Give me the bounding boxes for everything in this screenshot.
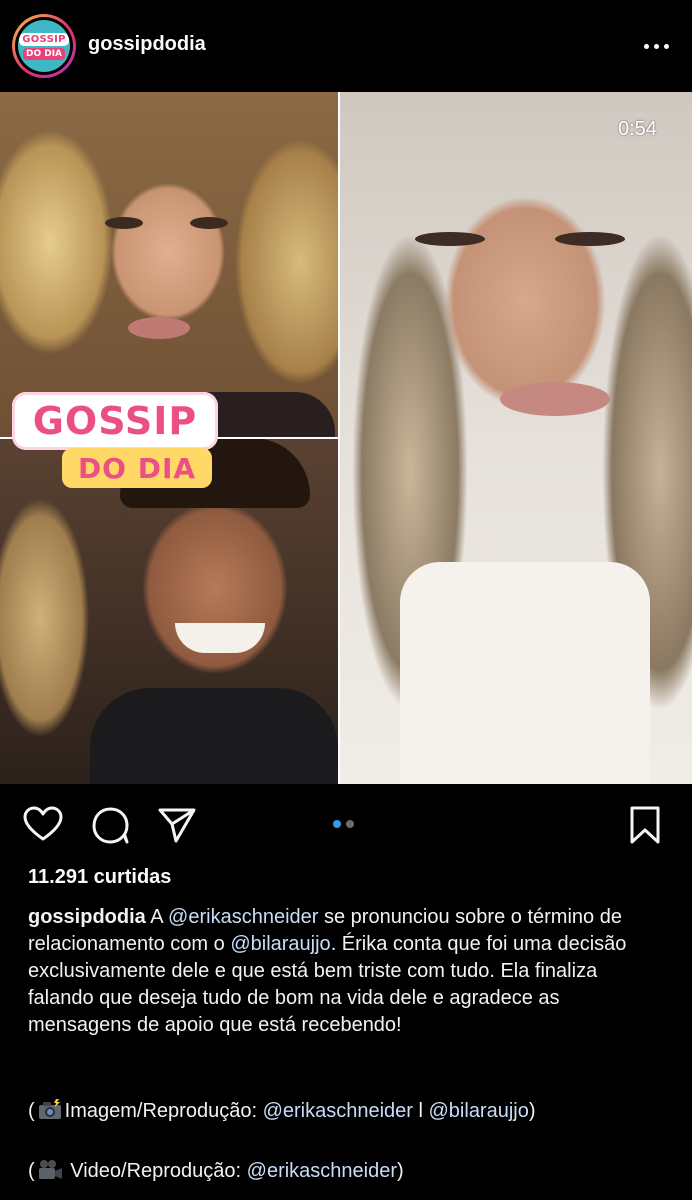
like-count[interactable]: 11.291 curtidas — [28, 866, 171, 889]
avatar[interactable]: GOSSIP DO DIA — [12, 14, 76, 78]
action-bar — [0, 784, 692, 864]
post-caption: gossipdodia A @erikaschneider se pronunc… — [28, 904, 668, 1039]
collage-divider — [338, 92, 340, 784]
avatar-logo-line2: DO DIA — [22, 47, 66, 60]
bookmark-icon[interactable] — [624, 804, 666, 846]
heart-icon[interactable] — [22, 804, 64, 846]
comment-icon[interactable] — [90, 804, 132, 846]
movie-camera-emoji — [37, 1159, 63, 1181]
photo-detail — [175, 623, 265, 653]
mention-link[interactable]: @erikaschneider — [263, 1100, 413, 1122]
photo-detail — [555, 232, 625, 246]
username-link[interactable]: gossipdodia — [88, 33, 206, 56]
logo-text-top: GOSSIP — [12, 392, 218, 450]
photo-detail — [90, 688, 338, 784]
avatar-logo: GOSSIP DO DIA — [18, 20, 70, 72]
avatar-logo-line1: GOSSIP — [19, 32, 69, 46]
mention-link[interactable]: @bilaraujjo — [230, 933, 330, 955]
photo-detail — [105, 217, 143, 229]
post-media[interactable]: GOSSIP DO DIA — [0, 92, 692, 784]
mention-link[interactable]: @erikaschneider — [247, 1160, 397, 1182]
credit-text: ( — [28, 1160, 35, 1182]
credit-text: Video/Reprodução: — [64, 1160, 247, 1182]
post-header: GOSSIP DO DIA gossipdodia — [0, 0, 692, 92]
send-icon[interactable] — [156, 804, 198, 846]
mention-link[interactable]: @bilaraujjo — [429, 1100, 529, 1122]
image-credit-line: ( Imagem/Reprodução: @erikaschneider l @… — [28, 1098, 678, 1125]
photo-detail — [400, 562, 650, 784]
credit-text: ( — [28, 1100, 35, 1122]
carousel-dot-active — [333, 820, 341, 828]
caption-text: A — [145, 906, 169, 928]
photo-woman-top-left — [0, 92, 338, 452]
more-dot — [653, 43, 659, 49]
avatar-ring: GOSSIP DO DIA — [15, 17, 73, 75]
more-options-button[interactable] — [628, 30, 684, 62]
video-frame-right — [340, 92, 692, 784]
credit-text: Imagem/Reprodução: — [64, 1100, 263, 1122]
camera-with-flash-emoji — [37, 1099, 63, 1121]
more-dot — [663, 43, 669, 49]
credit-text: ) — [397, 1160, 404, 1182]
logo-text-bottom: DO DIA — [62, 448, 212, 488]
video-timer: 0:54 — [618, 118, 657, 140]
photo-detail — [415, 232, 485, 246]
credit-text: l — [412, 1100, 429, 1122]
photo-detail — [128, 317, 190, 339]
carousel-dot — [346, 820, 354, 828]
gossip-do-dia-logo: GOSSIP DO DIA — [12, 392, 222, 490]
photo-detail — [190, 217, 228, 229]
credit-text: ) — [528, 1100, 536, 1122]
mention-link[interactable]: @erikaschneider — [168, 906, 318, 928]
video-credit-line: ( Video/Reprodução: @erikaschneider) — [28, 1158, 678, 1185]
photo-detail — [500, 382, 610, 416]
caption-username[interactable]: gossipdodia — [28, 906, 146, 928]
more-dot — [643, 43, 649, 49]
carousel-indicator — [333, 820, 354, 828]
